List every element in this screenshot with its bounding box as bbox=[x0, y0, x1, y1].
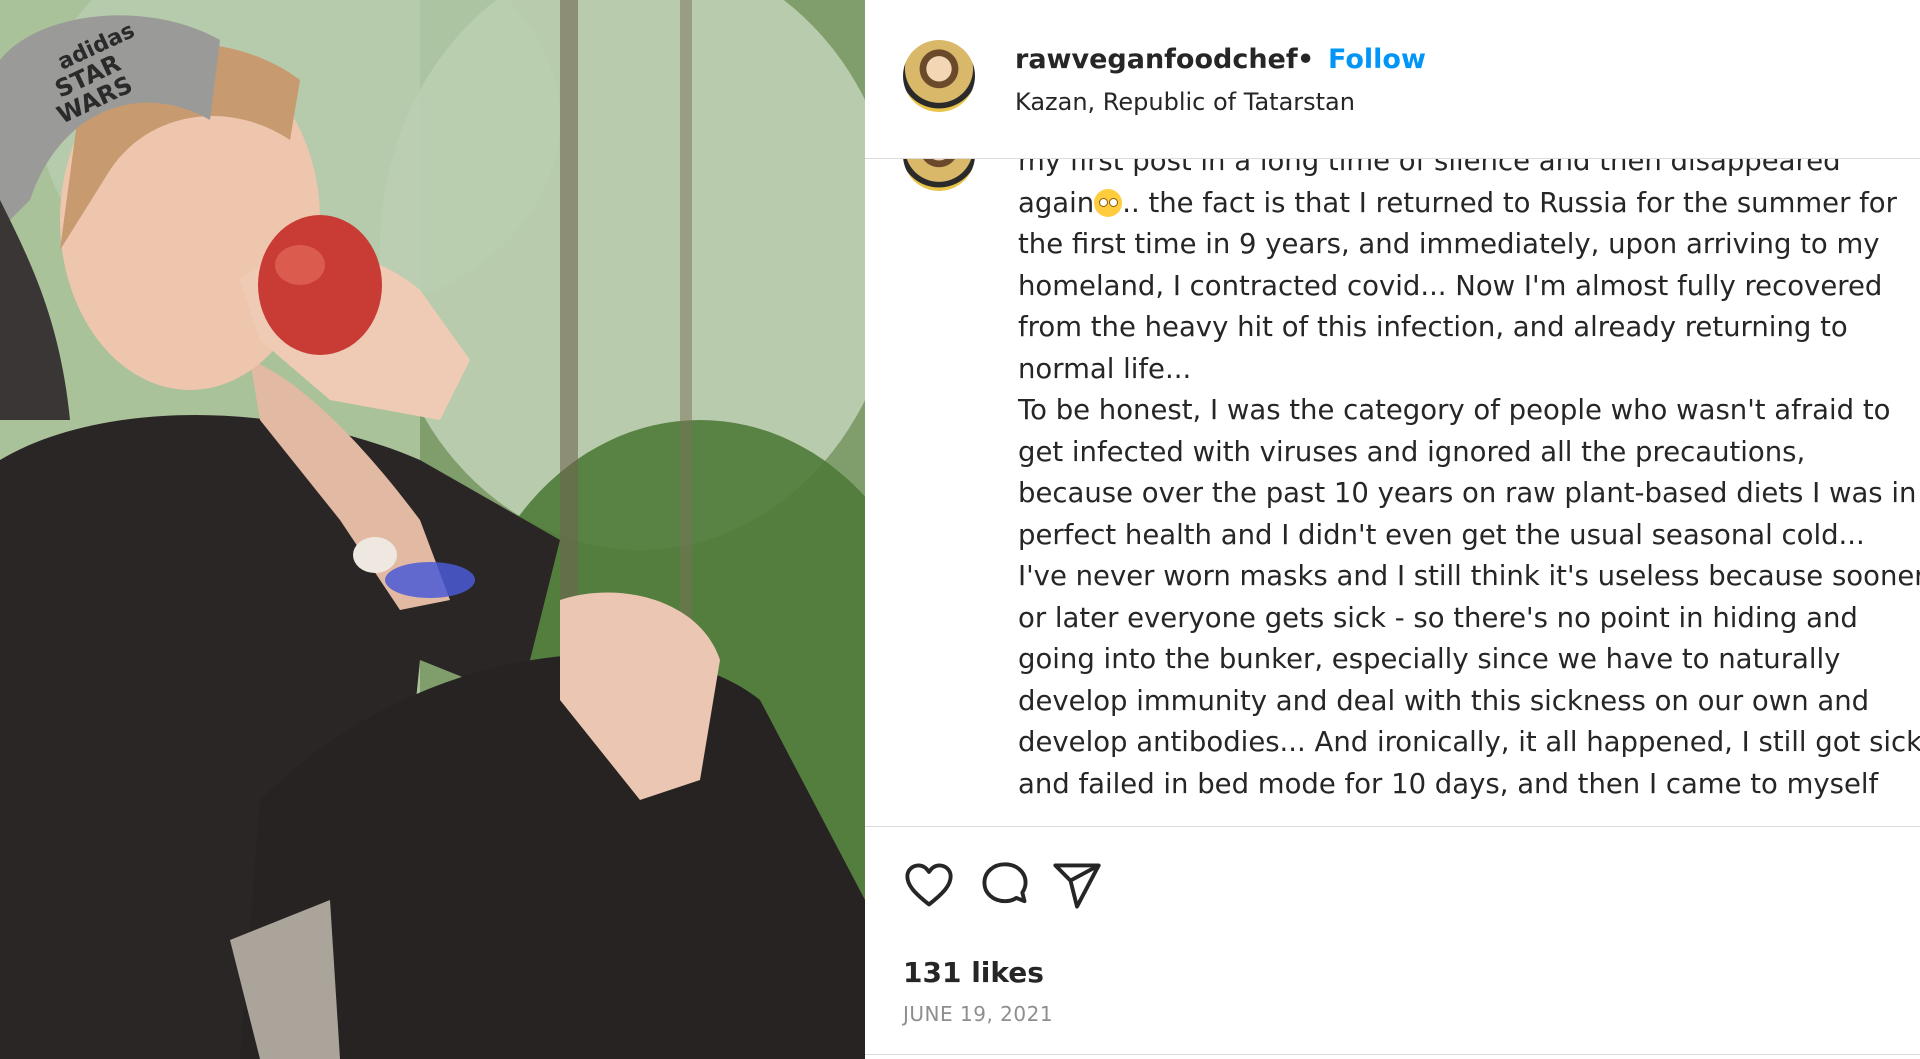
like-button[interactable] bbox=[903, 860, 955, 912]
post-caption: my first post in a long time of silence … bbox=[1018, 159, 1920, 805]
caption-line: because over the past 10 years on raw pl… bbox=[1018, 477, 1917, 509]
comment-button[interactable] bbox=[979, 860, 1031, 912]
caption-author-avatar[interactable] bbox=[903, 159, 975, 191]
caption-line: and failed in bed mode for 10 days, and … bbox=[1018, 767, 1879, 800]
share-button[interactable] bbox=[1051, 860, 1103, 912]
caption-line: To be honest, I was the category of peop… bbox=[1018, 394, 1891, 426]
caption-line-rest: .. the fact is that I returned to Russia… bbox=[1122, 186, 1897, 219]
post-detail-panel: rawveganfoodchef • Follow Kazan, Republi… bbox=[865, 0, 1920, 1059]
caption-scroll-area[interactable]: my first post in a long time of silence … bbox=[865, 159, 1920, 815]
actions-divider bbox=[865, 826, 1920, 827]
caption-line: normal life... bbox=[1018, 352, 1192, 385]
caption-line: the first time in 9 years, and immediate… bbox=[1018, 228, 1880, 260]
heart-icon bbox=[905, 863, 953, 907]
bottom-divider bbox=[865, 1054, 1920, 1055]
follow-button[interactable]: Follow bbox=[1328, 44, 1426, 75]
caption-line: homeland, I contracted covid... Now I'm … bbox=[1018, 269, 1883, 302]
author-username[interactable]: rawveganfoodchef bbox=[1015, 44, 1298, 75]
caption-line: perfect health and I didn't even get the… bbox=[1018, 518, 1865, 551]
caption-line: going into the bunker, especially since … bbox=[1018, 643, 1841, 675]
caption-line: from the heavy hit of this infection, an… bbox=[1018, 311, 1848, 343]
share-icon bbox=[1053, 863, 1101, 909]
author-avatar[interactable] bbox=[903, 40, 975, 112]
post-date[interactable]: JUNE 19, 2021 bbox=[903, 1002, 1053, 1026]
eye-roll-emoji-icon bbox=[1094, 188, 1123, 217]
caption-line: again .. the fact is that I returned to R… bbox=[1018, 183, 1918, 225]
caption-line: get infected with viruses and ignored al… bbox=[1018, 435, 1806, 468]
caption-line: develop antibodies... And ironically, it… bbox=[1018, 726, 1920, 758]
likes-count[interactable]: 131 likes bbox=[903, 956, 1044, 989]
header-separator: • bbox=[1297, 44, 1315, 75]
caption-line-prefix: again bbox=[1018, 186, 1095, 219]
post-photo: adidas STAR WARS bbox=[0, 0, 865, 1059]
post-header: rawveganfoodchef • Follow Kazan, Republi… bbox=[865, 0, 1920, 159]
post-photo-illustration: adidas STAR WARS bbox=[0, 0, 865, 1059]
caption-line: develop immunity and deal with this sick… bbox=[1018, 684, 1870, 717]
caption-line: my first post in a long time of silence … bbox=[1018, 159, 1841, 177]
comment-icon bbox=[982, 862, 1028, 904]
caption-line: or later everyone gets sick - so there's… bbox=[1018, 601, 1858, 634]
caption-line: I've never worn masks and I still think … bbox=[1018, 560, 1920, 592]
post-location[interactable]: Kazan, Republic of Tatarstan bbox=[1015, 88, 1355, 116]
